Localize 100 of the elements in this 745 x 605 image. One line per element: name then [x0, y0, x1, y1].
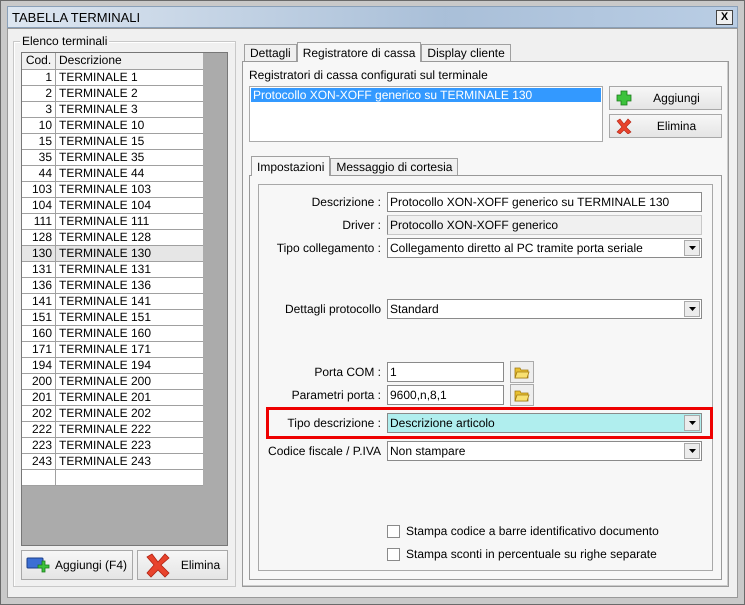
- terminal-row[interactable]: 201 TERMINALE 201: [22, 390, 203, 406]
- terminal-row[interactable]: 141 TERMINALE 141: [22, 294, 203, 310]
- input-field[interactable]: 1: [387, 362, 504, 382]
- terminal-row[interactable]: 15 TERMINALE 15: [22, 134, 203, 150]
- table-cell-text: TERMINALE 15: [58, 134, 146, 149]
- terminal-row[interactable]: 104 TERMINALE 104: [22, 198, 203, 214]
- table-cell-text: TERMINALE 131: [58, 262, 152, 277]
- field-label: Parametri porta :: [290, 388, 381, 402]
- delete-icon: [144, 552, 172, 578]
- checkbox[interactable]: [387, 524, 400, 538]
- terminal-row[interactable]: 3 TERMINALE 3: [22, 102, 203, 118]
- table-cell-text: TERMINALE 223: [58, 438, 152, 453]
- tab[interactable]: Impostazioni: [251, 156, 330, 176]
- table-cell-text: TERMINALE 200: [58, 374, 152, 389]
- add-button[interactable]: Aggiungi: [609, 86, 722, 110]
- table-cell: 111: [22, 214, 56, 229]
- terminal-row[interactable]: 200 TERMINALE 200: [22, 374, 203, 390]
- folder-button[interactable]: [510, 384, 534, 406]
- table-cell: 201: [22, 390, 56, 405]
- table-cell: 222: [22, 422, 56, 437]
- table-cell: 200: [22, 374, 56, 389]
- field-label: Codice fiscale / P.IVA: [267, 444, 381, 458]
- table-cell: 141: [22, 294, 56, 309]
- table-cell: 15: [22, 134, 56, 149]
- terminal-row[interactable]: 151 TERMINALE 151: [22, 310, 203, 326]
- checkbox[interactable]: [387, 548, 400, 560]
- table-cell-text: TERMINALE 103: [58, 182, 152, 197]
- table-cell: 35: [22, 150, 56, 165]
- tab[interactable]: Registratore di cassa: [296, 42, 422, 62]
- input-field[interactable]: 9600,n,8,1: [387, 385, 504, 405]
- table-cell-text: TERMINALE 222: [58, 422, 152, 437]
- checkbox-label: Stampa codice a barre identificativo documento: [406, 524, 659, 538]
- add-button[interactable]: Aggiungi (F4): [21, 550, 133, 580]
- table-cell-text: TERMINALE 111: [58, 214, 150, 229]
- dropdown[interactable]: Descrizione articolo: [387, 413, 702, 433]
- table-cell: 202: [22, 406, 56, 421]
- table-cell: 136: [22, 278, 56, 293]
- table-cell: 10: [22, 118, 56, 133]
- delete-button[interactable]: Elimina: [609, 114, 722, 138]
- terminal-row[interactable]: 222 TERMINALE 222: [22, 422, 203, 438]
- terminal-row[interactable]: 243 TERMINALE 243: [22, 454, 203, 470]
- dropdown[interactable]: Standard: [387, 299, 702, 319]
- terminal-row[interactable]: 111 TERMINALE 111: [22, 214, 203, 230]
- terminal-row[interactable]: 1 TERMINALE 1: [22, 70, 203, 86]
- table-cell: 243: [22, 454, 56, 469]
- table-cell: 1: [22, 70, 56, 85]
- terminal-row[interactable]: 202 TERMINALE 202: [22, 406, 203, 422]
- close-button[interactable]: X: [716, 10, 733, 24]
- field-label: Descrizione :: [310, 195, 381, 209]
- terminal-row[interactable]: 194 TERMINALE 194: [22, 358, 203, 374]
- table-cell-text: TERMINALE 201: [58, 390, 152, 405]
- plus-icon: [616, 90, 632, 106]
- table-cell: 104: [22, 198, 56, 213]
- table-cell: 160: [22, 326, 56, 341]
- table-cell: 131: [22, 262, 56, 277]
- terminal-row[interactable]: 103 TERMINALE 103: [22, 182, 203, 198]
- table-cell-text: TERMINALE 160: [58, 326, 152, 341]
- terminal-row[interactable]: 136 TERMINALE 136: [22, 278, 203, 294]
- table-cell: 151: [22, 310, 56, 325]
- column-header[interactable]: Cod.: [22, 53, 56, 69]
- field-label: Dettagli protocollo: [284, 302, 381, 316]
- table-cell-text: TERMINALE 130: [58, 246, 152, 261]
- window-title: TABELLA TERMINALI: [12, 10, 140, 24]
- terminal-row[interactable]: 160 TERMINALE 160: [22, 326, 203, 342]
- dropdown[interactable]: Non stampare: [387, 441, 702, 461]
- terminal-row[interactable]: 223 TERMINALE 223: [22, 438, 203, 454]
- list-label: Registratori di cassa configurati sul terminale: [249, 68, 489, 82]
- column-header[interactable]: Descrizione: [56, 53, 203, 69]
- field-label: Tipo collegamento :: [276, 241, 381, 255]
- field-label: Driver :: [341, 218, 381, 232]
- terminal-row[interactable]: 130 TERMINALE 130: [22, 246, 203, 262]
- add-screen-icon: [26, 555, 50, 575]
- input-field[interactable]: Protocollo XON-XOFF generico su TERMINALE 130: [387, 192, 702, 212]
- terminal-row[interactable]: 2 TERMINALE 2: [22, 86, 203, 102]
- table-cell-text: TERMINALE 128: [58, 230, 152, 245]
- tab[interactable]: Dettagli: [244, 44, 297, 61]
- terminal-row[interactable]: 131 TERMINALE 131: [22, 262, 203, 278]
- table-cell-text: TERMINALE 151: [58, 310, 152, 325]
- table-cell: 2: [22, 86, 56, 101]
- readonly-field: Protocollo XON-XOFF generico: [387, 215, 702, 235]
- table-cell: 223: [22, 438, 56, 453]
- dropdown[interactable]: Collegamento diretto al PC tramite porta seriale: [387, 238, 702, 258]
- table-cell-text: TERMINALE 171: [58, 342, 152, 357]
- terminal-row[interactable]: 44 TERMINALE 44: [22, 166, 203, 182]
- table-cell: 130: [22, 246, 56, 261]
- folder-icon: [514, 388, 530, 402]
- terminal-row[interactable]: 171 TERMINALE 171: [22, 342, 203, 358]
- folder-button[interactable]: [510, 361, 534, 383]
- field-label: Porta COM :: [313, 365, 381, 379]
- table-cell: 103: [22, 182, 56, 197]
- table-cell-text: TERMINALE 35: [58, 150, 146, 165]
- checkbox-label: Stampa sconti in percentuale su righe separate: [406, 547, 657, 561]
- terminal-row[interactable]: 35 TERMINALE 35: [22, 150, 203, 166]
- table-cell: 3: [22, 102, 56, 117]
- delete-button[interactable]: Elimina: [137, 550, 228, 580]
- table-cell-text: TERMINALE 1: [58, 70, 139, 85]
- tab[interactable]: Display cliente: [421, 44, 511, 61]
- tab[interactable]: Messaggio di cortesia: [330, 158, 458, 175]
- table-cell-text: TERMINALE 136: [58, 278, 152, 293]
- terminal-row[interactable]: 10 TERMINALE 10: [22, 118, 203, 134]
